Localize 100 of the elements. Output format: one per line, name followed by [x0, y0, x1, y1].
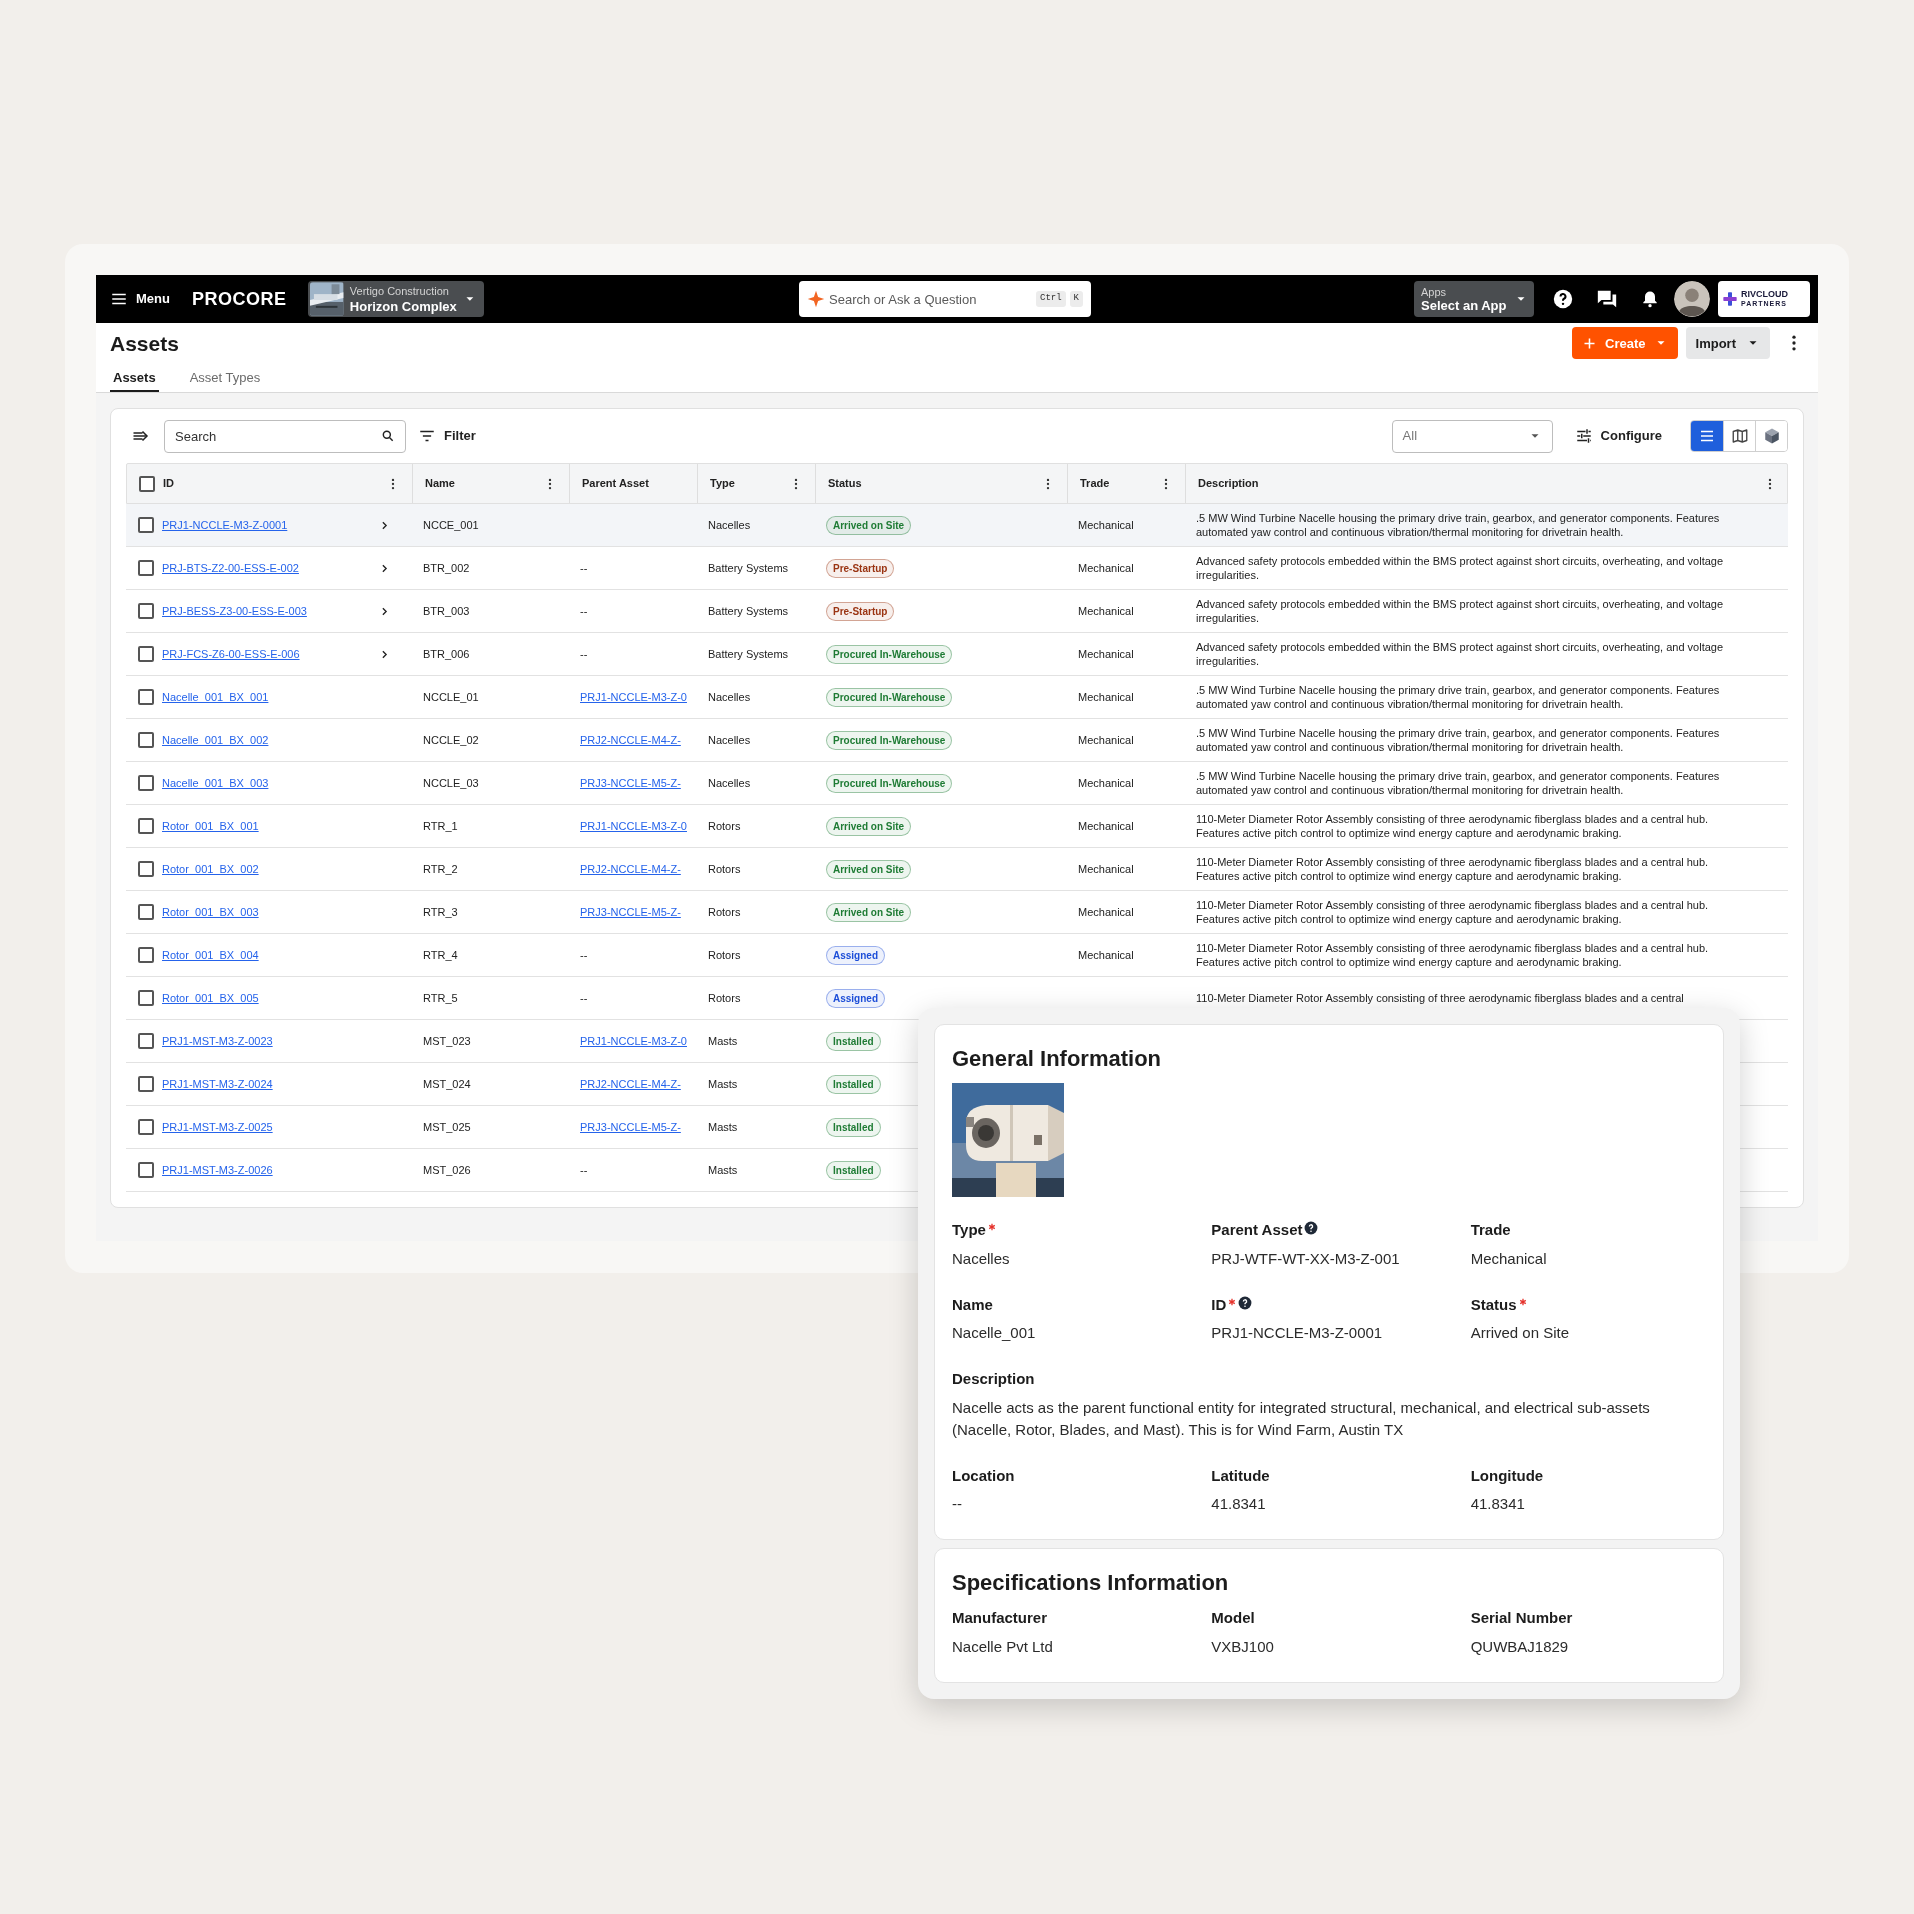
- app-selector[interactable]: Apps Select an App: [1414, 281, 1534, 317]
- project-selector[interactable]: Vertigo Construction Horizon Complex: [308, 281, 485, 317]
- checkbox[interactable]: [138, 861, 154, 877]
- asset-id-link[interactable]: PRJ1-NCCLE-M3-Z-0001: [162, 516, 370, 534]
- asset-id-link[interactable]: Rotor_001_BX_003: [162, 903, 399, 921]
- required-icon: [1518, 1297, 1527, 1306]
- help-icon[interactable]: [1304, 1221, 1319, 1236]
- field-label: Name: [952, 1294, 993, 1315]
- checkbox[interactable]: [138, 990, 154, 1006]
- shortcut-key: K: [1069, 291, 1083, 307]
- table-cell-text: Mechanical: [1078, 732, 1134, 748]
- sliders-icon: [1574, 427, 1593, 445]
- help-icon[interactable]: [1238, 1295, 1253, 1310]
- parent-asset-link[interactable]: PRJ1-NCCLE-M3-Z-0: [580, 1032, 687, 1050]
- checkbox[interactable]: [138, 775, 154, 791]
- parent-asset-link[interactable]: PRJ3-NCCLE-M5-Z-: [580, 1118, 681, 1136]
- view-toggle[interactable]: [1755, 421, 1787, 451]
- checkbox[interactable]: [138, 904, 154, 920]
- global-search-field[interactable]: Search or Ask a Question: [829, 281, 1032, 317]
- required-icon: [987, 1223, 996, 1232]
- table-cell-text: Masts: [708, 1119, 738, 1135]
- asset-id-link[interactable]: Rotor_001_BX_001: [162, 817, 399, 835]
- asset-id-link[interactable]: Rotor_001_BX_002: [162, 860, 399, 878]
- checkbox[interactable]: [138, 646, 154, 662]
- asset-id-link[interactable]: PRJ-BESS-Z3-00-ESS-E-003: [162, 602, 370, 620]
- checkbox[interactable]: [138, 1076, 154, 1092]
- checkbox[interactable]: [138, 689, 154, 705]
- asset-id-link[interactable]: Rotor_001_BX_004: [162, 946, 399, 964]
- menu-button[interactable]: Menu: [110, 289, 170, 309]
- field-value: Nacelle acts as the parent functional entity for integrated structural, mechanical, and electrical sub-assets (Nacelle, Rotor, Blades, and Mast). This is for Wind Farm, Austin TX: [952, 1397, 1651, 1440]
- checkbox[interactable]: [138, 517, 154, 533]
- column-header[interactable]: Trade: [1080, 475, 1151, 492]
- field-label: Status: [1470, 1294, 1517, 1315]
- parent-asset-link[interactable]: PRJ3-NCCLE-M5-Z-: [580, 903, 681, 921]
- configure-button[interactable]: Configure: [1574, 426, 1662, 446]
- table-cell-text: .5 MW Wind Turbine Nacelle housing the primary drive train, gearbox, and generator components. Features automated yaw control and continuous vibration/thermal monitoring for drivetrain health.: [1196, 769, 1721, 797]
- map-icon: [1730, 427, 1749, 445]
- asset-id-link[interactable]: Nacelle_001_BX_002: [162, 731, 399, 749]
- table-cell-text: --: [580, 947, 588, 963]
- asset-id-link[interactable]: Nacelle_001_BX_001: [162, 688, 399, 706]
- table-cell-text: Masts: [708, 1033, 738, 1049]
- view-toggle[interactable]: [1691, 421, 1723, 451]
- checkbox[interactable]: [138, 1162, 154, 1178]
- filter-button[interactable]: Filter: [418, 426, 476, 446]
- asset-id-link[interactable]: PRJ-FCS-Z6-00-ESS-E-006: [162, 645, 370, 663]
- status-badge: Arrived on Site: [826, 816, 912, 836]
- checkbox[interactable]: [139, 475, 155, 492]
- checkbox[interactable]: [138, 560, 154, 576]
- field-value: Arrived on Site: [1470, 1323, 1571, 1343]
- parent-asset-link[interactable]: PRJ2-NCCLE-M4-Z-: [580, 1075, 681, 1093]
- notification-bell-icon[interactable]: [1640, 289, 1660, 309]
- avatar-icon[interactable]: [1674, 281, 1710, 317]
- parent-asset-link[interactable]: PRJ3-NCCLE-M5-Z-: [580, 774, 681, 792]
- column-header[interactable]: Name: [425, 475, 535, 492]
- parent-asset-link[interactable]: PRJ1-NCCLE-M3-Z-0: [580, 817, 687, 835]
- table-cell-text: 110-Meter Diameter Rotor Assembly consisting of three aerodynamic fiberglass blades and a central hub. Features active pitch control to optimize wind energy capture and aerodynamic braking.: [1196, 898, 1710, 926]
- checkbox[interactable]: [138, 1119, 154, 1135]
- tab[interactable]: Assets: [110, 367, 159, 392]
- table-cell-text: NCCLE_02: [423, 732, 479, 748]
- checkbox[interactable]: [138, 1033, 154, 1049]
- import-button[interactable]: Import: [1685, 327, 1770, 360]
- checkbox[interactable]: [138, 947, 154, 963]
- asset-id-link[interactable]: PRJ1-MST-M3-Z-0025: [162, 1118, 399, 1136]
- global-search-box[interactable]: Search or Ask a Question Ctrl K: [799, 281, 1091, 317]
- checkbox[interactable]: [138, 818, 154, 834]
- shortcut-key: Ctrl: [1036, 291, 1066, 307]
- tab[interactable]: Asset Types: [186, 367, 264, 392]
- asset-id-link[interactable]: Nacelle_001_BX_003: [162, 774, 399, 792]
- search-field[interactable]: Search: [175, 420, 381, 452]
- checkbox[interactable]: [138, 603, 154, 619]
- field-value: Mechanical: [1470, 1248, 1548, 1269]
- asset-id-link[interactable]: PRJ1-MST-M3-Z-0026: [162, 1161, 399, 1179]
- brand-logo[interactable]: PROCORE: [191, 285, 287, 313]
- chat-icon[interactable]: [1596, 288, 1618, 310]
- table-cell-text: Nacelles: [708, 689, 751, 705]
- status-badge: Installed: [826, 1160, 881, 1180]
- help-icon[interactable]: [1552, 288, 1574, 310]
- asset-id-link[interactable]: PRJ1-MST-M3-Z-0023: [162, 1032, 399, 1050]
- table-cell-text: Masts: [708, 1076, 738, 1092]
- parent-asset-link[interactable]: PRJ1-NCCLE-M3-Z-0: [580, 688, 687, 706]
- asset-id-link[interactable]: PRJ1-MST-M3-Z-0024: [162, 1075, 399, 1093]
- plus-icon: [1722, 291, 1738, 307]
- scope-dropdown[interactable]: All: [1391, 419, 1553, 453]
- column-header[interactable]: Status: [828, 475, 1033, 492]
- status-badge: Procured In-Warehouse: [826, 773, 953, 793]
- search-box[interactable]: Search: [164, 419, 406, 453]
- asset-id-link[interactable]: PRJ-BTS-Z2-00-ESS-E-002: [162, 559, 370, 577]
- column-header[interactable]: Description: [1198, 475, 1755, 492]
- table-cell-text: Rotors: [708, 947, 741, 963]
- field-label: Description: [952, 1369, 1035, 1389]
- parent-asset-link[interactable]: PRJ2-NCCLE-M4-Z-: [580, 860, 681, 878]
- checkbox[interactable]: [138, 732, 154, 748]
- column-header[interactable]: Type: [710, 475, 781, 492]
- parent-asset-link[interactable]: PRJ2-NCCLE-M4-Z-: [580, 731, 681, 749]
- status-badge: Installed: [826, 1117, 881, 1137]
- asset-id-link[interactable]: Rotor_001_BX_005: [162, 989, 399, 1007]
- column-header[interactable]: ID: [163, 475, 378, 492]
- field-value: Nacelle Pvt Ltd: [952, 1636, 1054, 1657]
- create-button[interactable]: Create: [1572, 327, 1678, 360]
- column-header[interactable]: Parent Asset: [582, 475, 685, 492]
